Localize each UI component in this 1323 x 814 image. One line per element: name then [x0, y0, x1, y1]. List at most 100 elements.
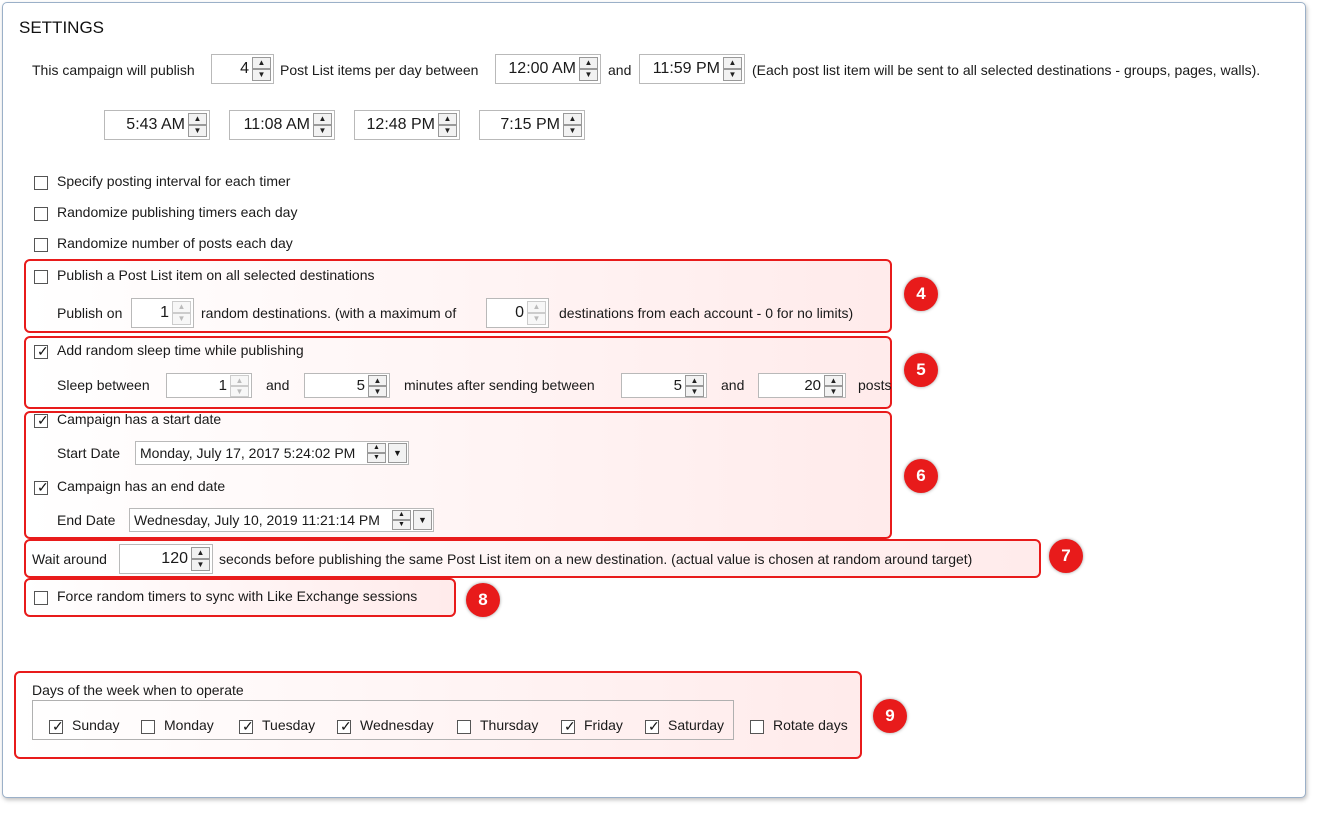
decrement-button[interactable]: ▼: [563, 125, 582, 137]
decrement-button[interactable]: ▼: [367, 453, 386, 463]
increment-button[interactable]: ▲: [392, 510, 411, 520]
increment-button[interactable]: ▲: [230, 375, 249, 386]
increment-button[interactable]: ▲: [252, 57, 271, 69]
decrement-button[interactable]: ▼: [824, 386, 843, 397]
increment-button[interactable]: ▲: [191, 547, 210, 559]
random-destinations-spinner[interactable]: 1 ▲ ▼: [131, 298, 194, 328]
day-sunday-checkbox[interactable]: ✓: [49, 718, 64, 734]
decrement-button[interactable]: ▼: [723, 69, 742, 81]
decrement-button[interactable]: ▼: [579, 69, 598, 81]
timer-spinner[interactable]: 11:08 AM ▲ ▼: [229, 110, 335, 140]
decrement-button[interactable]: ▼: [252, 69, 271, 81]
random-destinations-value: 1: [160, 304, 169, 321]
randomize-timers-label: Randomize publishing timers each day: [57, 204, 298, 220]
randomize-timers-checkbox[interactable]: [34, 207, 48, 221]
random-sleep-label: Add random sleep time while publishing: [57, 342, 304, 358]
decrement-button[interactable]: ▼: [685, 386, 704, 397]
decrement-button[interactable]: ▼: [230, 386, 249, 397]
posts-per-day-value: 4: [240, 60, 249, 77]
day-saturday-checkbox[interactable]: ✓: [645, 718, 660, 734]
posts-min-spinner[interactable]: 5 ▲ ▼: [621, 373, 707, 398]
day-tuesday-checkbox[interactable]: ✓: [239, 718, 254, 734]
rotate-days-checkbox[interactable]: [750, 720, 764, 734]
timer-value: 5:43 AM: [126, 116, 185, 133]
max-destinations-spinner[interactable]: 0 ▲ ▼: [486, 298, 549, 328]
annotation-marker-8: 8: [466, 583, 500, 617]
annotation-marker-5: 5: [904, 353, 938, 387]
start-date-picker[interactable]: Monday, July 17, 2017 5:24:02 PM ▲ ▼ ▼: [135, 441, 409, 465]
random-sleep-checkbox[interactable]: ✓: [34, 343, 49, 359]
posts-per-day-spinner[interactable]: 4 ▲ ▼: [211, 54, 274, 84]
dropdown-arrow-icon[interactable]: ▼: [413, 510, 432, 530]
force-sync-checkbox[interactable]: [34, 591, 48, 605]
increment-button[interactable]: ▲: [368, 375, 387, 386]
increment-button[interactable]: ▲: [188, 113, 207, 125]
increment-button[interactable]: ▲: [438, 113, 457, 125]
increment-button[interactable]: ▲: [527, 301, 546, 313]
sleep-min-spinner[interactable]: 1 ▲ ▼: [166, 373, 252, 398]
force-sync-label: Force random timers to sync with Like Ex…: [57, 588, 418, 604]
timer-spinner[interactable]: 7:15 PM ▲ ▼: [479, 110, 585, 140]
day-wednesday-checkbox[interactable]: ✓: [337, 718, 352, 734]
specify-interval-label: Specify posting interval for each timer: [57, 173, 291, 189]
and-label: and: [608, 62, 632, 78]
end-date-picker[interactable]: Wednesday, July 10, 2019 11:21:14 PM ▲ ▼ …: [129, 508, 434, 532]
timer-spinner[interactable]: 5:43 AM ▲ ▼: [104, 110, 210, 140]
publish-mid-label: Post List items per day between: [280, 62, 479, 78]
increment-button[interactable]: ▲: [313, 113, 332, 125]
decrement-button[interactable]: ▼: [368, 386, 387, 397]
increment-button[interactable]: ▲: [563, 113, 582, 125]
randomize-posts-label: Randomize number of posts each day: [57, 235, 293, 251]
check-icon: ✓: [564, 718, 576, 734]
decrement-button[interactable]: ▼: [392, 520, 411, 530]
day-thursday-checkbox[interactable]: [457, 720, 471, 734]
check-icon: ✓: [648, 718, 660, 734]
increment-button[interactable]: ▲: [172, 301, 191, 313]
sleep-mid-label: minutes after sending between: [404, 377, 595, 393]
decrement-button[interactable]: ▼: [191, 559, 210, 571]
decrement-button[interactable]: ▼: [172, 313, 191, 325]
specify-interval-checkbox[interactable]: [34, 176, 48, 190]
end-date-checkbox-label: Campaign has an end date: [57, 478, 226, 494]
wait-suffix-label: seconds before publishing the same Post …: [219, 551, 973, 567]
decrement-button[interactable]: ▼: [438, 125, 457, 137]
dropdown-arrow-icon[interactable]: ▼: [388, 443, 407, 463]
annotation-marker-7: 7: [1049, 539, 1083, 573]
posts-max-value: 20: [804, 377, 821, 394]
increment-button[interactable]: ▲: [367, 443, 386, 453]
decrement-button[interactable]: ▼: [188, 125, 207, 137]
annotation-marker-6: 6: [904, 459, 938, 493]
increment-button[interactable]: ▲: [579, 57, 598, 69]
day-monday-checkbox[interactable]: [141, 720, 155, 734]
end-date-label: End Date: [57, 512, 116, 528]
sleep-min-value: 1: [218, 377, 227, 394]
publish-all-destinations-checkbox[interactable]: [34, 270, 48, 284]
posts-max-spinner[interactable]: 20 ▲ ▼: [758, 373, 846, 398]
and-label: and: [266, 377, 290, 393]
end-date-checkbox[interactable]: ✓: [34, 479, 49, 495]
page-title: SETTINGS: [19, 18, 105, 37]
day-label: Friday: [584, 717, 623, 733]
check-icon: ✓: [242, 718, 254, 734]
increment-button[interactable]: ▲: [723, 57, 742, 69]
decrement-button[interactable]: ▼: [527, 313, 546, 325]
increment-button[interactable]: ▲: [824, 375, 843, 386]
sleep-max-value: 5: [356, 377, 365, 394]
check-icon: ✓: [37, 479, 49, 495]
end-time-spinner[interactable]: 11:59 PM ▲ ▼: [639, 54, 745, 84]
publish-on-label: Publish on: [57, 305, 123, 321]
publish-on-mid-label: random destinations. (with a maximum of: [201, 305, 457, 321]
randomize-posts-checkbox[interactable]: [34, 238, 48, 252]
day-friday-checkbox[interactable]: ✓: [561, 718, 576, 734]
end-date-value: Wednesday, July 10, 2019 11:21:14 PM: [134, 512, 380, 528]
timer-spinner[interactable]: 12:48 PM ▲ ▼: [354, 110, 460, 140]
check-icon: ✓: [37, 412, 49, 428]
wait-seconds-spinner[interactable]: 120 ▲ ▼: [119, 544, 213, 574]
start-date-checkbox[interactable]: ✓: [34, 412, 49, 428]
sleep-max-spinner[interactable]: 5 ▲ ▼: [304, 373, 390, 398]
publish-on-suffix-label: destinations from each account - 0 for n…: [559, 305, 854, 321]
start-date-value: Monday, July 17, 2017 5:24:02 PM: [140, 445, 356, 461]
increment-button[interactable]: ▲: [685, 375, 704, 386]
decrement-button[interactable]: ▼: [313, 125, 332, 137]
start-time-spinner[interactable]: 12:00 AM ▲ ▼: [495, 54, 601, 84]
